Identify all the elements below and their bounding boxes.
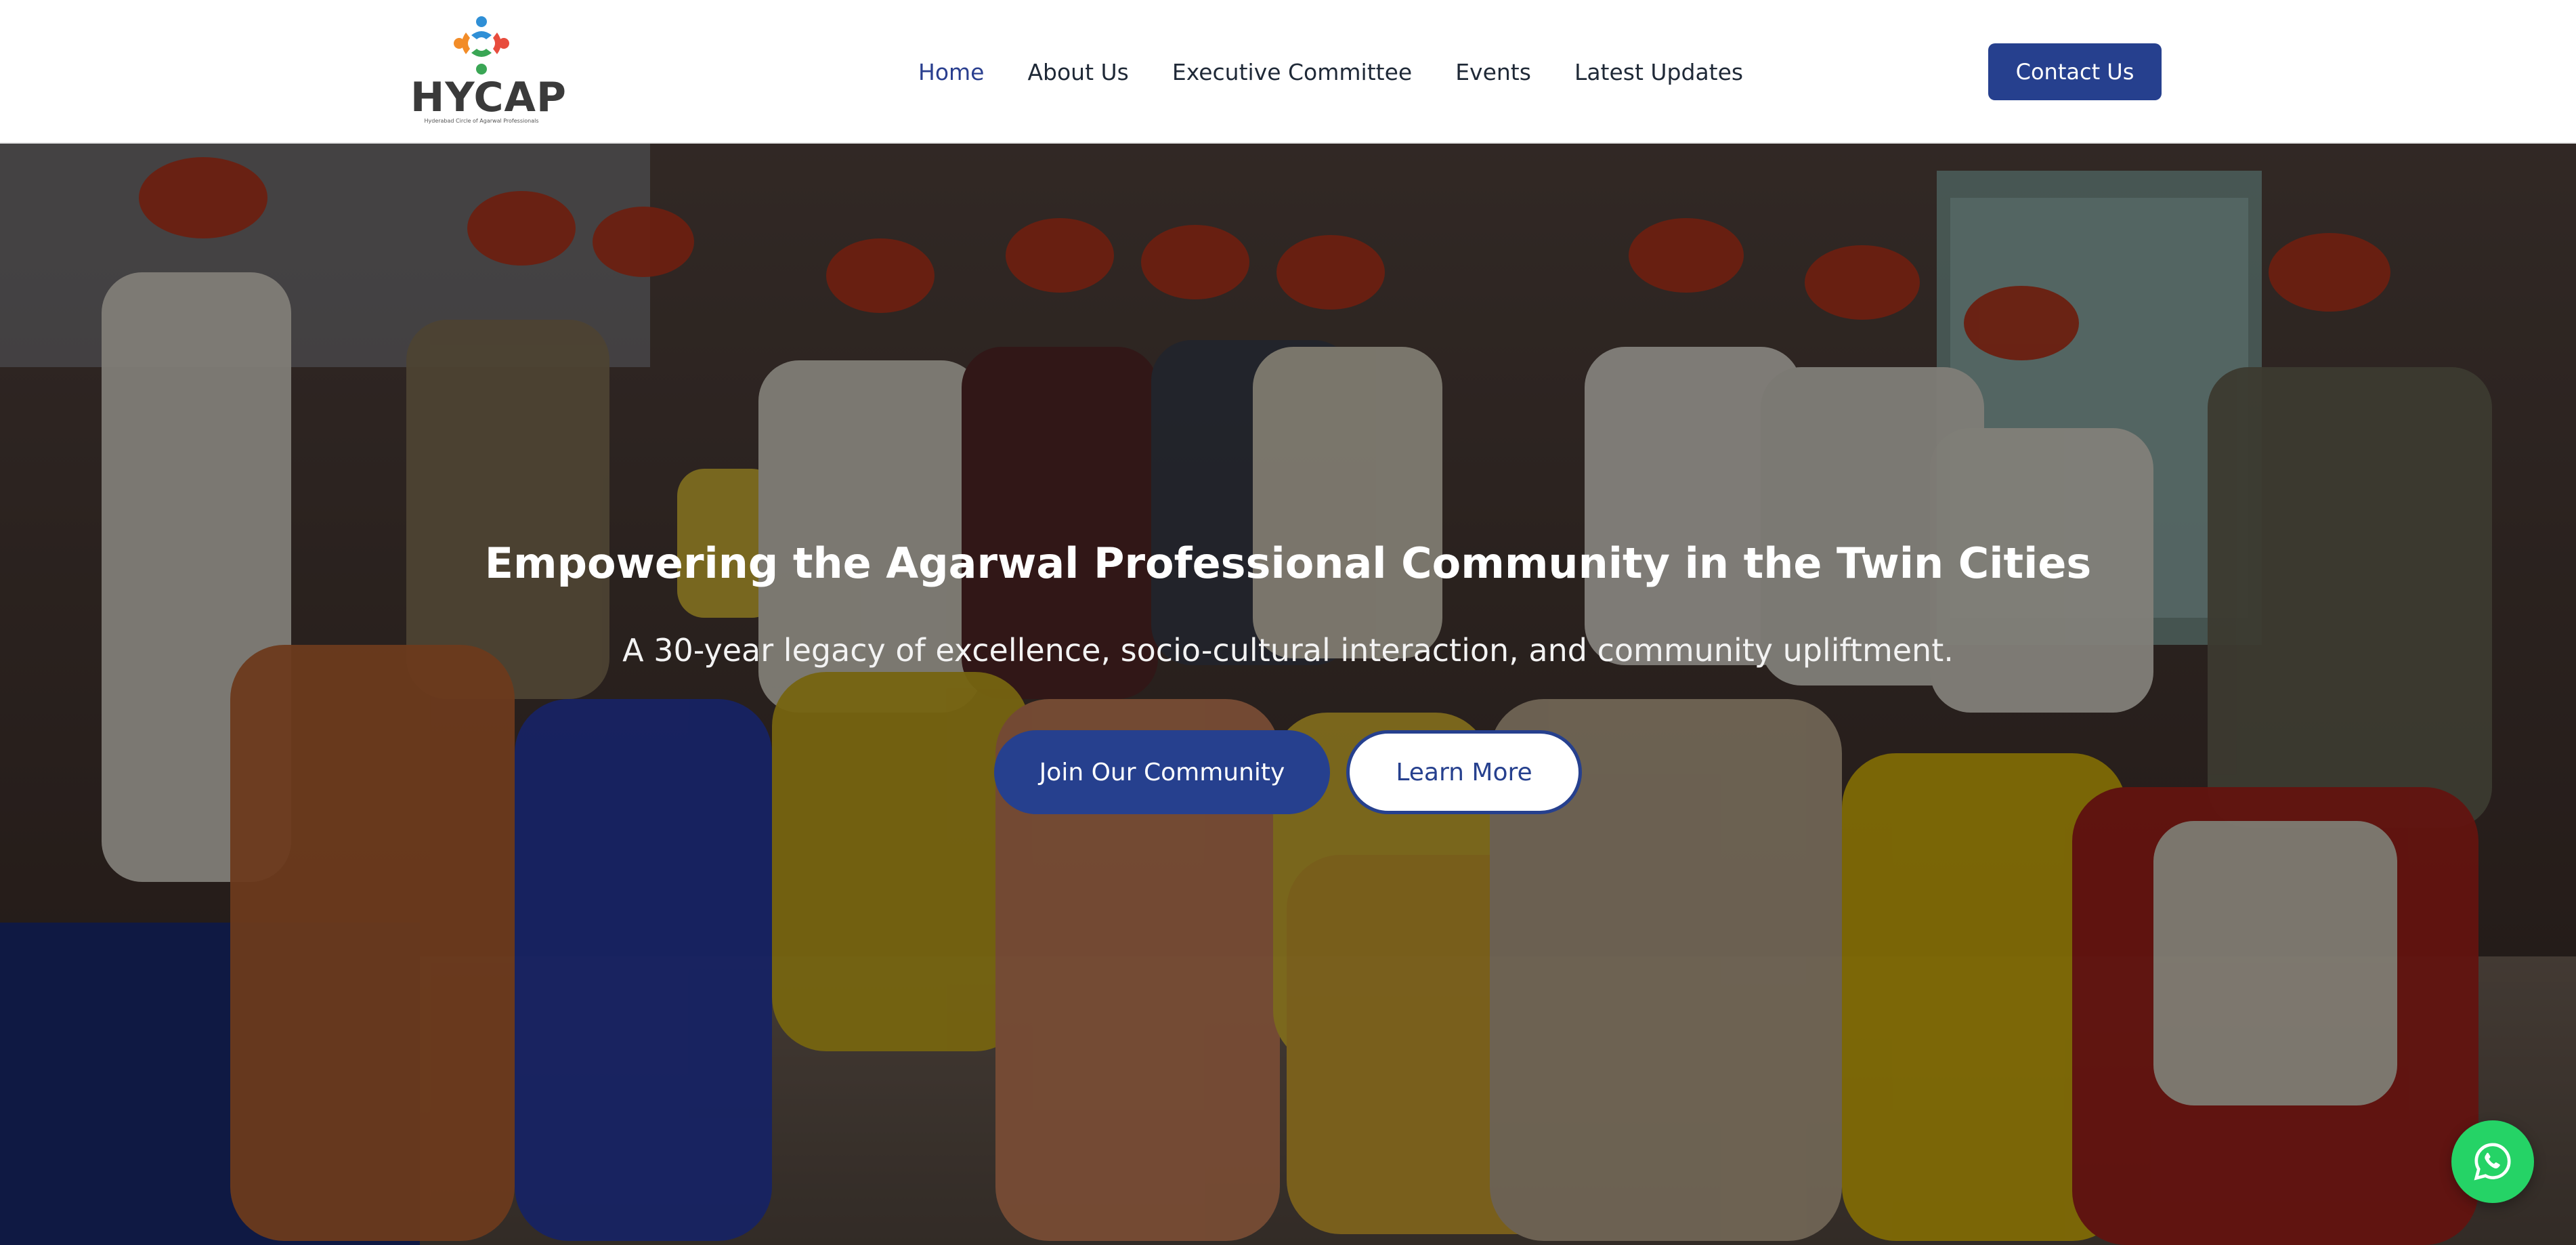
hero-subtitle: A 30-year legacy of excellence, socio-cu… — [622, 632, 1954, 669]
whatsapp-icon — [2474, 1143, 2511, 1181]
nav-executive-committee[interactable]: Executive Committee — [1172, 59, 1412, 85]
nav-home[interactable]: Home — [918, 59, 984, 85]
nav-latest-updates[interactable]: Latest Updates — [1574, 59, 1743, 85]
whatsapp-button[interactable] — [2451, 1120, 2534, 1203]
logo-tagline: Hyderabad Circle of Agarwal Professional… — [424, 118, 539, 124]
learn-more-button[interactable]: Learn More — [1346, 730, 1582, 814]
nav-events[interactable]: Events — [1455, 59, 1531, 85]
people-circle-icon — [454, 16, 509, 75]
contact-us-button[interactable]: Contact Us — [1988, 43, 2162, 100]
hero-overlay — [0, 144, 2576, 1245]
site-header: HYCAP Hyderabad Circle of Agarwal Profes… — [0, 0, 2576, 144]
hero-title: Empowering the Agarwal Professional Comm… — [484, 539, 2092, 588]
hycap-logo[interactable]: HYCAP Hyderabad Circle of Agarwal Profes… — [410, 15, 567, 127]
join-community-button[interactable]: Join Our Community — [994, 730, 1330, 814]
logo-wordmark: HYCAP — [410, 74, 567, 121]
nav-about-us[interactable]: About Us — [1027, 59, 1128, 85]
main-nav: Home About Us Executive Committee Events… — [918, 53, 1743, 91]
hero-section: Empowering the Agarwal Professional Comm… — [0, 144, 2576, 1245]
